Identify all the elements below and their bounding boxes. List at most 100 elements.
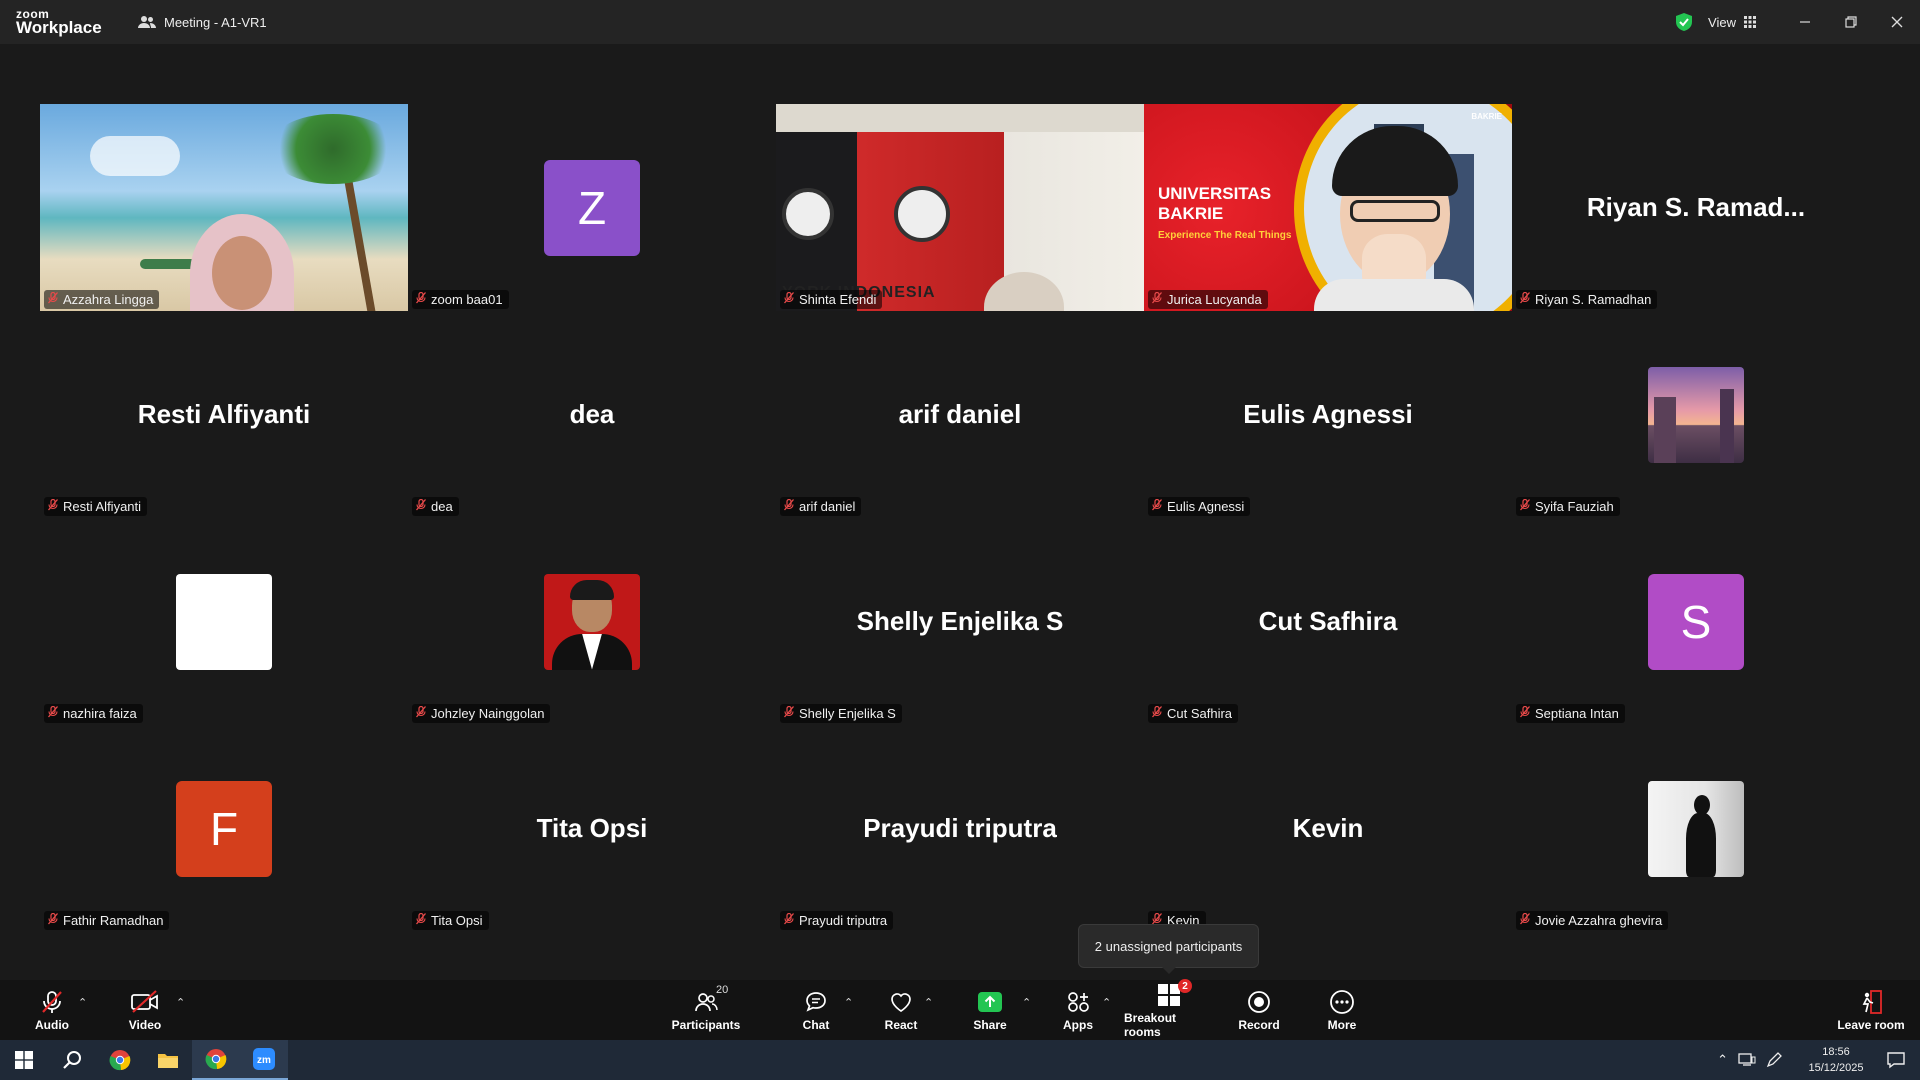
system-clock[interactable]: 18:56 15/12/2025	[1792, 1044, 1880, 1076]
breakout-rooms-button[interactable]: 2 Breakout rooms	[1124, 979, 1214, 1040]
avatar: Z	[544, 159, 640, 256]
chrome-taskbar-icon[interactable]	[96, 1040, 144, 1080]
video-caret-icon[interactable]: ⌃	[176, 996, 185, 1009]
react-button[interactable]: React	[880, 980, 922, 1040]
participant-tile[interactable]: S Septiana Intan	[1512, 518, 1880, 725]
muted-mic-icon	[784, 498, 794, 514]
chat-caret-icon[interactable]: ⌃	[844, 996, 853, 1009]
logo-line2: Workplace	[16, 18, 102, 37]
close-icon	[1891, 16, 1903, 28]
share-button[interactable]: Share	[970, 980, 1010, 1040]
notification-icon[interactable]	[1886, 1050, 1906, 1070]
network-icon[interactable]	[1738, 1053, 1756, 1067]
file-explorer-taskbar-icon[interactable]	[144, 1040, 192, 1080]
participant-tile[interactable]: Cut Safhira Cut Safhira	[1144, 518, 1512, 725]
participant-tile[interactable]: Tita Opsi Tita Opsi	[408, 725, 776, 932]
svg-text:zm: zm	[257, 1055, 271, 1066]
zoom-taskbar-icon[interactable]: zm	[240, 1040, 288, 1080]
windows-logo-icon	[15, 1051, 33, 1069]
participant-name: nazhira faiza	[63, 706, 137, 721]
participant-name: Cut Safhira	[1167, 706, 1233, 721]
participant-name-label: Azzahra Lingga	[44, 290, 160, 309]
participant-tile[interactable]: arif daniel arif daniel	[776, 311, 1144, 518]
participants-count: 20	[716, 984, 729, 996]
participant-name-label: Shinta Efendi	[780, 290, 883, 309]
participants-button[interactable]: 20 Participants	[666, 980, 746, 1040]
participant-name-label: Cut Safhira	[1148, 704, 1239, 723]
participant-tile[interactable]: Kevin Kevin	[1144, 725, 1512, 932]
folder-icon	[158, 1054, 178, 1068]
search-button[interactable]	[48, 1040, 96, 1080]
participant-display-name: Eulis Agnessi	[1243, 399, 1413, 429]
react-caret-icon[interactable]: ⌃	[924, 996, 933, 1009]
participant-name-label: Tita Opsi	[412, 911, 489, 930]
participant-name: Septiana Intan	[1535, 706, 1619, 721]
participant-name: Shinta Efendi	[799, 292, 877, 307]
participant-tile[interactable]: F Fathir Ramadhan	[40, 725, 408, 932]
participant-name-label: Eulis Agnessi	[1148, 497, 1251, 516]
univ-corner-logo: BAKRIE	[1471, 112, 1502, 121]
video-button[interactable]: Video	[120, 980, 170, 1040]
participant-tile[interactable]: Johzley Nainggolan	[408, 518, 776, 725]
muted-mic-icon	[42, 991, 62, 1013]
participant-tile[interactable]: dea dea	[408, 311, 776, 518]
shield-icon[interactable]	[1674, 12, 1694, 32]
participant-tile[interactable]: Azzahra Lingga	[40, 104, 408, 311]
univ-line1: UNIVERSITAS	[1158, 184, 1272, 203]
participant-tile[interactable]: Jovie Azzahra ghevira	[1512, 725, 1880, 932]
more-button[interactable]: More	[1322, 980, 1362, 1040]
meeting-info[interactable]: Meeting - A1-VR1	[138, 15, 267, 30]
clock-date: 15/12/2025	[1808, 1062, 1864, 1074]
leave-room-button[interactable]: Leave room	[1836, 980, 1906, 1040]
muted-mic-icon	[784, 291, 794, 307]
search-icon	[63, 1051, 81, 1069]
muted-mic-icon	[48, 291, 58, 307]
close-button[interactable]	[1874, 0, 1920, 44]
participant-tile[interactable]: Syifa Fauziah	[1512, 311, 1880, 518]
start-button[interactable]	[0, 1040, 48, 1080]
participant-name: Eulis Agnessi	[1167, 499, 1245, 514]
audio-caret-icon[interactable]: ⌃	[78, 996, 87, 1009]
view-label: View	[1708, 14, 1736, 30]
minimize-icon	[1800, 21, 1810, 23]
participant-tile[interactable]: Eulis Agnessi Eulis Agnessi	[1144, 311, 1512, 518]
participant-tile[interactable]: Riyan S. Ramad... Riyan S. Ramadhan	[1512, 104, 1880, 311]
participant-tile[interactable]: UNIVERSITAS BAKRIE Experience The Real T…	[1144, 104, 1512, 311]
windows-taskbar: zm ⌃ 18:56 15/12/2025	[0, 1040, 1920, 1080]
minimize-button[interactable]	[1782, 0, 1828, 44]
record-button[interactable]: Record	[1236, 980, 1282, 1040]
pen-icon[interactable]	[1766, 1052, 1782, 1068]
participant-tile[interactable]: Shelly Enjelika S Shelly Enjelika S	[776, 518, 1144, 725]
avatar-photo	[1648, 780, 1744, 877]
tray-chevron-icon[interactable]: ⌃	[1717, 1052, 1728, 1068]
participant-name-label: Fathir Ramadhan	[44, 911, 170, 930]
restore-button[interactable]	[1828, 0, 1874, 44]
share-caret-icon[interactable]: ⌃	[1022, 996, 1031, 1009]
muted-mic-icon	[416, 912, 426, 928]
participant-display-name: Cut Safhira	[1258, 606, 1398, 636]
audio-button[interactable]: Audio	[30, 980, 74, 1040]
leave-room-icon	[1862, 990, 1882, 1014]
participant-tile[interactable]: YORK INDONESIA Shinta Efendi	[776, 104, 1144, 311]
apps-caret-icon[interactable]: ⌃	[1102, 996, 1111, 1009]
participant-tile[interactable]: Prayudi triputra Prayudi triputra	[776, 725, 1144, 932]
muted-mic-icon	[1152, 705, 1162, 721]
apps-button[interactable]: Apps	[1058, 980, 1098, 1040]
participant-name-label: Resti Alfiyanti	[44, 497, 148, 516]
chat-button[interactable]: Chat	[796, 980, 836, 1040]
participant-tile[interactable]: Z zoom baa01	[408, 104, 776, 311]
chrome-taskbar-icon-active[interactable]	[192, 1040, 240, 1080]
view-button[interactable]: View	[1708, 15, 1756, 30]
record-icon	[1248, 991, 1270, 1013]
meeting-toolbar: Audio ⌃ Video ⌃ 20 Participants Chat ⌃ R…	[0, 979, 1920, 1040]
participant-tile[interactable]: Resti Alfiyanti Resti Alfiyanti	[40, 311, 408, 518]
participant-name: dea	[431, 499, 453, 514]
participant-name-label: Jurica Lucyanda	[1148, 290, 1268, 309]
clock-time: 18:56	[1822, 1046, 1850, 1058]
grid-icon	[1744, 16, 1756, 28]
muted-mic-icon	[1520, 705, 1530, 721]
participant-tile[interactable]: nazhira faiza	[40, 518, 408, 725]
participant-name: Johzley Nainggolan	[431, 706, 545, 721]
chat-icon	[806, 992, 826, 1012]
video-off-icon	[131, 990, 158, 1013]
